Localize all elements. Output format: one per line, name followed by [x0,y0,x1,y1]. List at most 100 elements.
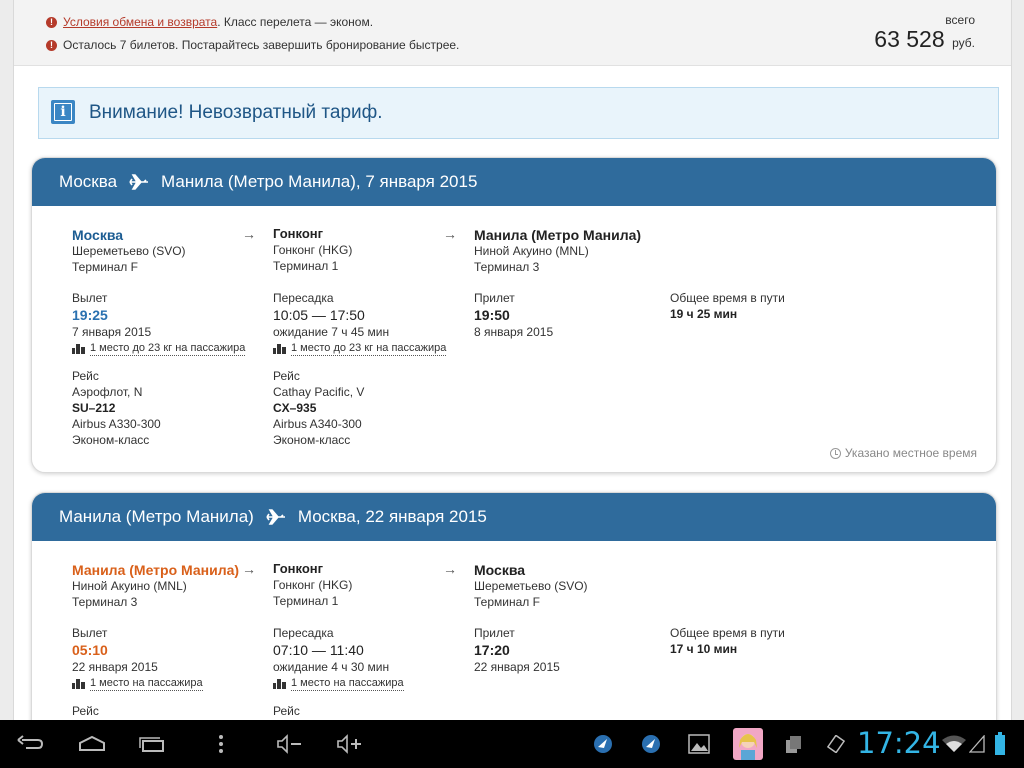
arrow-icon: → [443,561,457,577]
layover-range: 07:10 — 11:40 [273,642,364,658]
duration-value: 19 ч 25 мин [670,307,738,321]
back-button[interactable] [10,720,50,768]
baggage-info[interactable]: 1 место до 23 кг на пассажира [72,342,246,356]
rotation-indicator [826,720,846,768]
arrival-block: Прилет 17:20 22 января 2015 [474,625,560,675]
transfer-city: Гонконг [273,561,324,576]
baggage-text: 1 место на пассажира [90,677,203,691]
flight-number: SU–212 [72,401,116,415]
total-label: всего [945,13,975,27]
origin-terminal: Терминал 3 [72,595,138,609]
departure-date: 7 января 2015 [72,325,152,339]
wifi-indicator [940,720,968,768]
menu-button[interactable] [206,720,236,768]
destination-airport: Ниной Акуино (MNL) [474,244,589,258]
destination-terminal: Терминал F [474,595,540,609]
transfer-airport: Гонконг (HKG) [273,578,353,592]
notification-app-1[interactable] [590,720,616,768]
leg-label: Рейс [273,369,300,383]
departure-block: Вылет 19:25 7 января 2015 1 место до 23 … [72,290,246,356]
layover-label: Пересадка [273,291,334,305]
departure-date: 22 января 2015 [72,660,158,674]
refund-conditions-link[interactable]: Условия обмена и возврата [63,15,217,29]
transfer-airport: Гонконг (HKG) [273,243,353,257]
arrival-date: 8 января 2015 [474,325,554,339]
fare-conditions-line: ! Условия обмена и возврата . Класс пере… [46,15,373,29]
layover-wait: ожидание 4 ч 30 мин [273,660,390,674]
transfer-terminal: Терминал 1 [273,259,339,273]
destination-block: Москва Шереметьево (SVO) Терминал F [474,562,588,610]
arrow-icon: → [443,226,457,242]
volume-up-button[interactable] [332,720,366,768]
notice-text: Внимание! Невозвратный тариф. [89,102,383,123]
luggage-icon [273,344,286,354]
baggage-info[interactable]: 1 место на пассажира [72,677,203,691]
arrow-icon: → [242,226,256,242]
recent-apps-button[interactable] [132,720,172,768]
leg1-block: Рейс Аэрофлот, N SU–212 Airbus A330-300 … [72,368,161,448]
flight-header: Манила (Метро Манила) Москва, 22 января … [32,493,996,541]
booking-content: ! Условия обмена и возврата . Класс пере… [13,0,1012,720]
leg-label: Рейс [72,369,99,383]
battery-icon [995,732,1005,755]
browser-page: ! Условия обмена и возврата . Класс пере… [0,0,1024,720]
leg-airline: Аэрофлот, N [72,385,143,399]
signal-icon [969,735,985,753]
route-to-date: Манила (Метро Манила), 7 января 2015 [161,172,478,191]
app-avatar-icon [733,728,763,760]
leg-label: Рейс [273,704,300,718]
arrival-time: 17:20 [474,642,510,658]
duration-label: Общее время в пути [670,626,785,640]
destination-city: Москва [474,562,526,578]
departure-label: Вылет [72,291,108,305]
total-amount: 63 528 [874,26,945,52]
notification-app-avatar[interactable] [731,720,765,768]
aircraft: Airbus A340-300 [273,417,362,431]
info-icon: i [51,100,75,124]
luggage-icon [72,344,85,354]
flight-number: CX–935 [273,401,317,415]
transfer-city: Гонконг [273,226,324,241]
transfer-terminal: Терминал 1 [273,594,339,608]
volume-down-button[interactable] [272,720,306,768]
destination-airport: Шереметьево (SVO) [474,579,588,593]
home-icon [79,735,105,751]
departure-label: Вылет [72,626,108,640]
tickets-left-line: ! Осталось 7 билетов. Постарайтесь завер… [46,38,459,52]
outbound-flight-card: Москва Манила (Метро Манила), 7 января 2… [31,157,997,473]
volume-down-icon [277,734,301,754]
cabin-class: Эконом-класс [273,433,351,447]
battery-indicator [990,720,1010,768]
destination-block: Манила (Метро Манила) Ниной Акуино (MNL)… [474,227,641,275]
baggage-info[interactable]: 1 место до 23 кг на пассажира [273,342,447,356]
clock-icon [829,447,841,459]
notification-app-2[interactable] [638,720,664,768]
return-flight-card: Манила (Метро Манила) Москва, 22 января … [31,492,997,720]
cabin-class: Эконом-класс [72,433,150,447]
home-button[interactable] [72,720,112,768]
notification-gallery[interactable] [686,720,712,768]
origin-block: Москва Шереметьево (SVO) Терминал F [72,227,186,275]
luggage-icon [72,679,85,689]
destination-city: Манила (Метро Манила) [474,227,642,243]
route-to-date: Москва, 22 января 2015 [297,507,487,526]
signal-indicator [968,720,986,768]
image-icon [688,734,710,754]
notification-stack[interactable] [783,720,805,768]
arrival-time: 19:50 [474,307,510,323]
origin-airport: Ниной Акуино (MNL) [72,579,187,593]
tickets-left-text: Осталось 7 билетов. Постарайтесь заверши… [63,38,460,52]
origin-city: Манила (Метро Манила) [72,562,240,578]
local-time-text: Указано местное время [844,446,977,460]
layover-block: Пересадка 07:10 — 11:40 ожидание 4 ч 30 … [273,625,404,691]
baggage-info[interactable]: 1 место на пассажира [273,677,404,691]
non-refundable-notice: i Внимание! Невозвратный тариф. [38,87,999,139]
route-from: Москва [59,172,118,191]
route-from: Манила (Метро Манила) [59,507,254,526]
departure-time: 05:10 [72,642,108,658]
layover-block: Пересадка 10:05 — 17:50 ожидание 7 ч 45 … [273,290,447,356]
arrival-date: 22 января 2015 [474,660,560,674]
wifi-icon [942,735,966,752]
app-notification-icon [642,735,660,753]
destination-terminal: Терминал 3 [474,260,540,274]
